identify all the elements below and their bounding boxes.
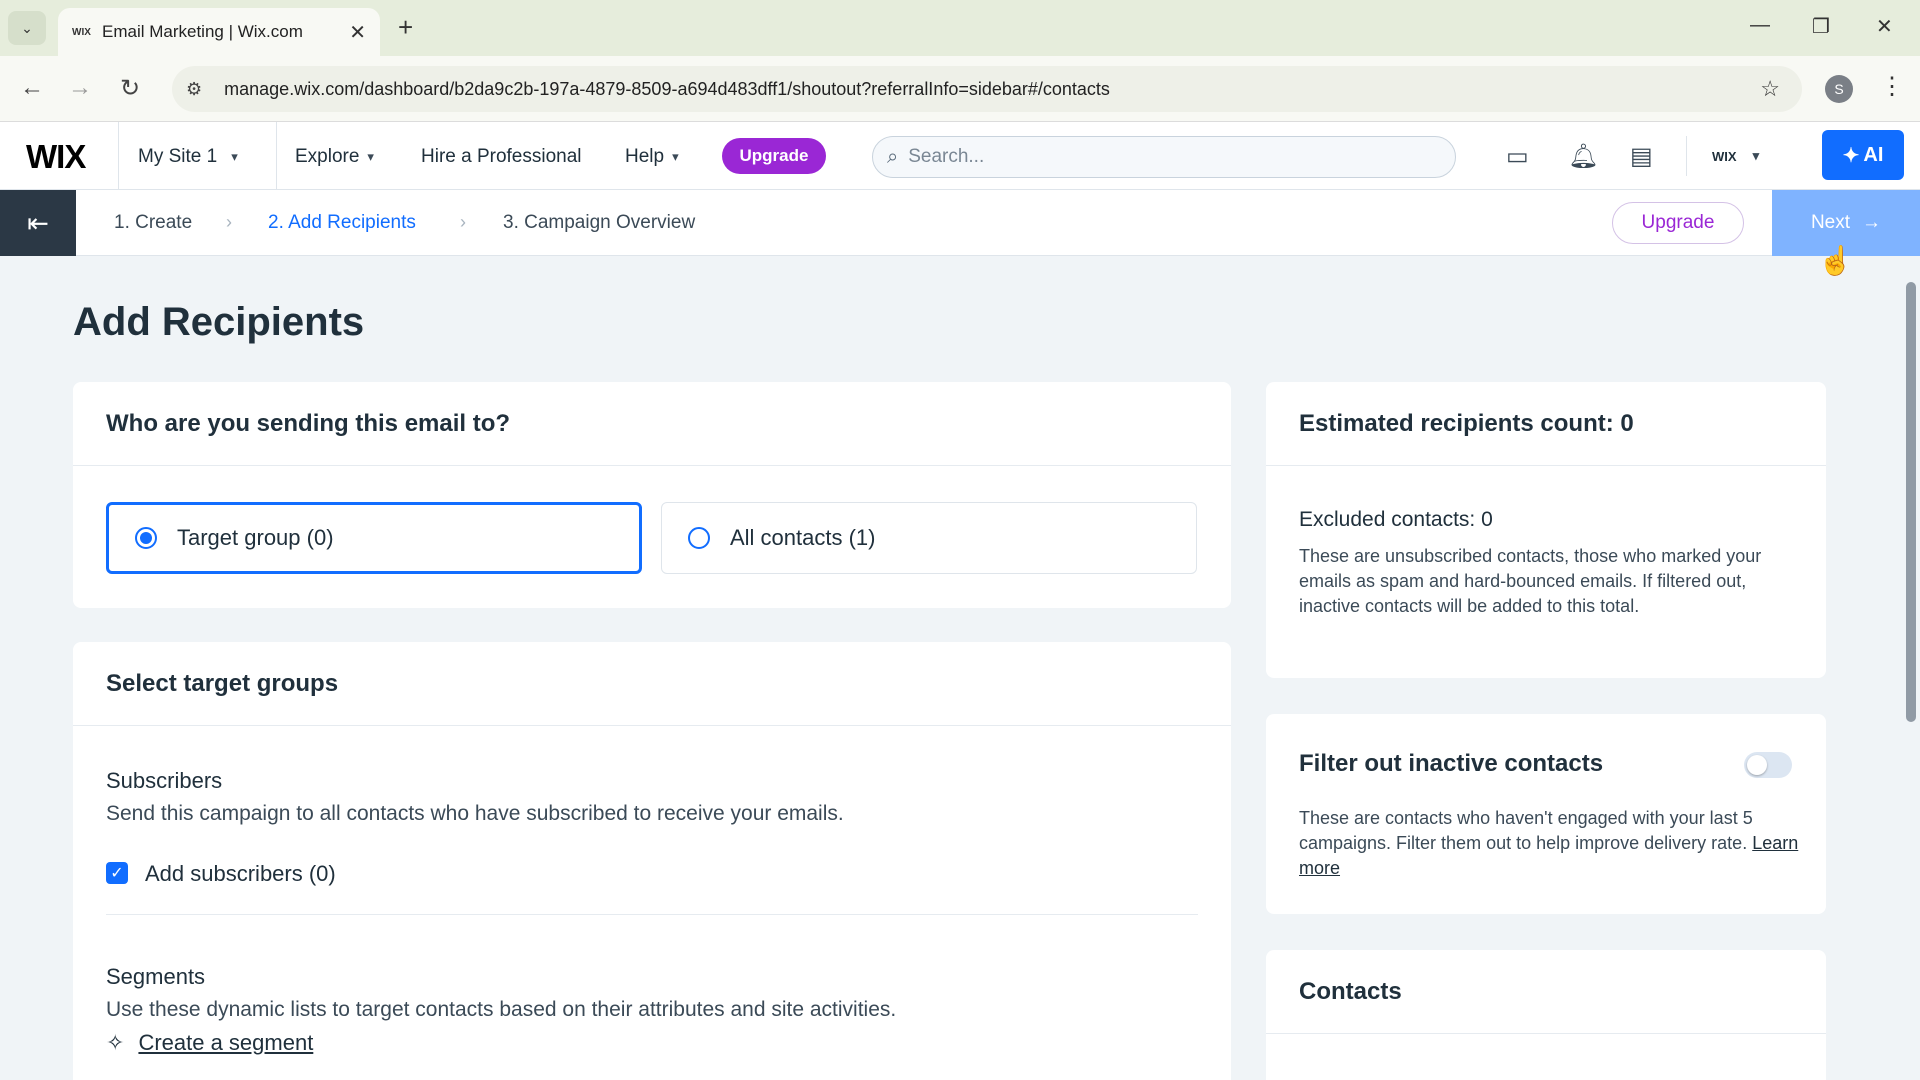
search-icon: ⌕ xyxy=(887,145,899,168)
scrollbar-thumb[interactable] xyxy=(1906,282,1916,722)
radio-selected-icon xyxy=(135,527,157,549)
all-contacts-option[interactable]: All contacts (1) xyxy=(661,502,1197,574)
chevron-down-icon: ▾ xyxy=(231,149,238,164)
excluded-contacts: Excluded contacts: 0 xyxy=(1299,508,1493,531)
target-group-label: Target group (0) xyxy=(177,525,334,550)
radio-unselected-icon xyxy=(688,527,710,549)
chevron-down-icon: ▾ xyxy=(1752,148,1760,163)
divider xyxy=(276,122,277,190)
bookmark-star-icon[interactable]: ☆ xyxy=(1760,76,1780,102)
add-subscribers-label[interactable]: Add subscribers (0) xyxy=(145,861,336,887)
filter-desc-text: These are contacts who haven't engaged w… xyxy=(1299,808,1753,853)
filter-inactive-toggle[interactable] xyxy=(1744,752,1792,778)
search-box: ⌕ xyxy=(872,136,1456,178)
upgrade-button[interactable]: Upgrade xyxy=(722,138,826,174)
url-text: manage.wix.com/dashboard/b2da9c2b-197a-4… xyxy=(224,78,1110,99)
account-label: WIX xyxy=(1712,148,1737,164)
all-contacts-label: All contacts (1) xyxy=(730,525,876,550)
divider xyxy=(1686,136,1687,176)
subscribers-title: Subscribers xyxy=(106,768,223,793)
recipients-type-card: Who are you sending this email to? Targe… xyxy=(73,382,1231,608)
wix-logo[interactable]: WIX xyxy=(26,138,86,176)
sparkle-icon: ✧ xyxy=(106,1030,125,1055)
back-icon[interactable]: ← xyxy=(20,74,44,102)
wix-top-bar: WIX My Site 1 ▾ Explore ▾ Hire a Profess… xyxy=(0,122,1920,190)
segments-description: Use these dynamic lists to target contac… xyxy=(106,998,897,1021)
wix-favicon-icon: WIX xyxy=(72,26,91,38)
add-subscribers-checkbox[interactable]: ✓ xyxy=(106,862,128,884)
step-add-recipients[interactable]: 2. Add Recipients xyxy=(268,212,416,234)
explore-label: Explore xyxy=(295,146,360,167)
reload-icon[interactable]: ↻ xyxy=(120,74,140,103)
target-groups-heading: Select target groups xyxy=(73,642,1231,726)
filter-inactive-card: Filter out inactive contacts These are c… xyxy=(1266,714,1826,914)
wizard-header: ⇤ 1. Create › 2. Add Recipients › 3. Cam… xyxy=(0,190,1920,256)
chevron-right-icon: › xyxy=(226,212,232,232)
step-create[interactable]: 1. Create xyxy=(114,212,192,234)
hire-professional-link[interactable]: Hire a Professional xyxy=(421,146,582,168)
arrow-right-icon: → xyxy=(1862,212,1882,233)
profile-avatar[interactable]: S xyxy=(1825,75,1853,103)
url-bar[interactable]: ⚙ manage.wix.com/dashboard/b2da9c2b-197a… xyxy=(172,66,1802,112)
sparkle-icon: ✦ xyxy=(1842,144,1860,167)
browser-menu-icon[interactable]: ⋮ xyxy=(1880,72,1904,101)
chevron-down-icon: ▾ xyxy=(672,149,679,164)
close-window-icon[interactable]: ✕ xyxy=(1876,14,1893,39)
segments-title: Segments xyxy=(106,964,206,989)
tab-title: Email Marketing | Wix.com xyxy=(102,22,303,41)
subscribers-description: Send this campaign to all contacts who h… xyxy=(106,802,844,825)
account-menu[interactable]: WIX ▾ xyxy=(1712,148,1759,164)
help-menu[interactable]: Help ▾ xyxy=(625,146,679,168)
search-input[interactable] xyxy=(908,146,1389,168)
target-groups-card: Select target groups Subscribers Send th… xyxy=(73,642,1231,1080)
browser-tab-bar: ⌄ WIX Email Marketing | Wix.com ✕ + — ❐ … xyxy=(0,0,1920,56)
exit-icon: ⇤ xyxy=(27,207,49,238)
chevron-right-icon: › xyxy=(460,212,466,232)
excluded-description: These are unsubscribed contacts, those w… xyxy=(1299,546,1762,616)
chevron-down-icon: ⌄ xyxy=(21,19,33,36)
explore-menu[interactable]: Explore ▾ xyxy=(295,146,374,168)
create-segment-link[interactable]: ✧ Create a segment xyxy=(106,1030,313,1056)
ai-label: AI xyxy=(1863,143,1884,166)
filter-inactive-description: These are contacts who haven't engaged w… xyxy=(1299,806,1799,881)
browser-tab[interactable]: WIX Email Marketing | Wix.com ✕ xyxy=(58,8,380,56)
browser-address-bar: ← → ↻ ⚙ manage.wix.com/dashboard/b2da9c2… xyxy=(0,56,1920,122)
mouse-cursor-icon: ☝ xyxy=(1818,245,1853,276)
bell-icon[interactable]: 🔔︎ xyxy=(1568,142,1598,171)
chat-icon[interactable]: ▭ xyxy=(1506,142,1529,171)
step-campaign-overview[interactable]: 3. Campaign Overview xyxy=(503,212,695,234)
new-tab-icon[interactable]: + xyxy=(398,12,413,43)
who-heading: Who are you sending this email to? xyxy=(73,382,1231,466)
chevron-down-icon: ▾ xyxy=(367,149,374,164)
page-title: Add Recipients xyxy=(73,300,365,344)
target-group-option[interactable]: Target group (0) xyxy=(106,502,642,574)
estimate-card: Estimated recipients count: 0 Excluded c… xyxy=(1266,382,1826,678)
hire-label: Hire a Professional xyxy=(421,146,582,167)
contacts-heading: Contacts xyxy=(1266,950,1826,1034)
help-label: Help xyxy=(625,146,665,167)
close-tab-icon[interactable]: ✕ xyxy=(349,20,366,45)
exit-wizard-button[interactable]: ⇤ xyxy=(0,190,76,256)
site-name: My Site 1 xyxy=(138,146,218,167)
restore-icon[interactable]: ❐ xyxy=(1812,14,1830,39)
forward-icon[interactable]: → xyxy=(68,74,92,102)
minimize-icon[interactable]: — xyxy=(1750,14,1770,37)
ai-assistant-button[interactable]: ✦ AI xyxy=(1822,130,1904,180)
estimated-count-heading: Estimated recipients count: 0 xyxy=(1266,382,1826,466)
create-segment-label: Create a segment xyxy=(138,1030,314,1055)
site-selector[interactable]: My Site 1 ▾ xyxy=(138,146,238,168)
site-info-icon[interactable]: ⚙ xyxy=(186,79,202,100)
checkmark-icon: ✓ xyxy=(110,865,124,882)
wizard-upgrade-button[interactable]: Upgrade xyxy=(1612,202,1744,244)
tab-search-button[interactable]: ⌄ xyxy=(8,11,46,45)
contacts-card: Contacts xyxy=(1266,950,1826,1080)
news-icon[interactable]: ▤ xyxy=(1630,142,1653,171)
filter-inactive-heading: Filter out inactive contacts xyxy=(1299,750,1604,777)
divider xyxy=(106,914,1198,915)
next-label: Next xyxy=(1810,212,1851,233)
divider xyxy=(118,122,119,190)
